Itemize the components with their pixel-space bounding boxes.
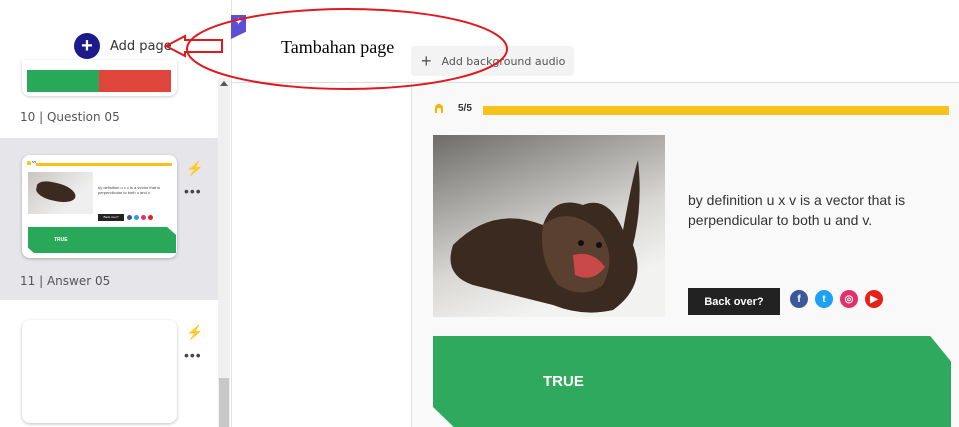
scrollbar-thumb[interactable]	[219, 378, 229, 427]
page-thumbnail-10[interactable]	[22, 60, 177, 96]
thumb-banner-text: TRUE	[54, 237, 68, 243]
plus-icon: +	[421, 51, 432, 71]
slide-body-text: by definition u x v is a vector that is …	[688, 192, 906, 228]
more-options-icon[interactable]: •••	[184, 183, 202, 199]
thumb-back-button: Back over?	[98, 214, 124, 221]
instagram-icon[interactable]: ◎	[840, 290, 858, 308]
magic-wand-icon[interactable]: ⚡	[186, 324, 203, 341]
youtube-icon[interactable]: ▶	[865, 290, 883, 308]
magic-wand-icon[interactable]: ⚡	[186, 160, 203, 177]
more-options-icon[interactable]: •••	[184, 347, 202, 363]
thumb-youtube-icon	[148, 215, 153, 220]
thumb-green-option	[27, 70, 99, 92]
thumb-instagram-icon	[141, 215, 146, 220]
twitter-icon[interactable]: t	[815, 290, 833, 308]
bat-photo[interactable]	[433, 135, 665, 317]
thumb-red-option	[99, 70, 171, 92]
thumb-home-icon	[27, 161, 31, 165]
pin-icon[interactable]: ✦	[231, 15, 246, 39]
add-background-audio-label: Add background audio	[441, 54, 566, 68]
thumb-progress-bar	[36, 163, 172, 166]
sidebar-scrollbar[interactable]	[218, 78, 230, 427]
true-answer-banner[interactable]	[433, 336, 951, 427]
add-background-audio-button[interactable]: + Add background audio	[411, 46, 574, 76]
banner-text: TRUE	[543, 373, 584, 390]
scroll-up-arrow-icon[interactable]	[220, 81, 228, 86]
slide-progress-label: 5/5	[458, 103, 472, 114]
annotation-label: Tambahan page	[281, 37, 395, 57]
page-label-10: 10 | Question 05	[20, 110, 120, 124]
slide-progress-bar	[483, 106, 949, 115]
home-icon[interactable]	[435, 104, 443, 113]
page-thumbnail-12[interactable]	[22, 320, 177, 423]
bat-illustration	[450, 160, 640, 313]
thumb-twitter-icon	[134, 215, 139, 220]
page-thumbnail-11[interactable]: 5/5 by definition u x v is a vector that…	[22, 155, 177, 258]
page-label-11: 11 | Answer 05	[20, 274, 111, 288]
thumb-body-text: by definition u x v is a vector that is …	[98, 185, 161, 195]
back-over-button[interactable]: Back over?	[688, 288, 780, 315]
facebook-icon[interactable]: f	[790, 290, 808, 308]
add-page-button[interactable]: + Add page	[74, 33, 172, 59]
page-sidebar: + Add page 10 | Question 05 5/5 by defin…	[0, 0, 232, 427]
plus-circle-icon: +	[74, 33, 100, 59]
thumb-facebook-icon	[127, 215, 132, 220]
add-page-label: Add page	[110, 38, 172, 54]
thumb-green-banner	[28, 227, 176, 253]
